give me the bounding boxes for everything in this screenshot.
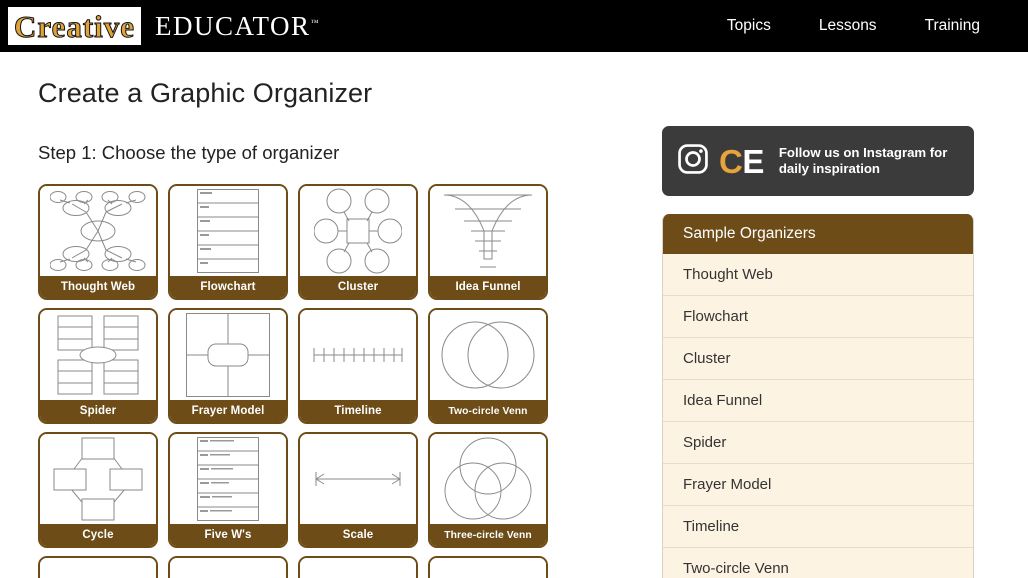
sample-organizer-item-idea-funnel[interactable]: Idea Funnel: [663, 380, 973, 422]
sample-organizer-item-frayer-model[interactable]: Frayer Model: [663, 464, 973, 506]
table-four-column-thumbnail: [40, 558, 156, 578]
organizer-card-label: Scale: [300, 524, 416, 546]
logo-mark-text: Creative: [13, 8, 136, 44]
sample-organizer-item-two-circle-venn[interactable]: Two-circle Venn: [663, 548, 973, 578]
organizer-card-label: Cycle: [40, 524, 156, 546]
instagram-icon: [676, 142, 710, 181]
organizer-card-two-circle-venn[interactable]: Two-circle Venn: [428, 308, 548, 424]
trademark-symbol: ™: [310, 17, 319, 27]
five-ws-thumbnail: [170, 434, 286, 524]
organizer-card-cycle[interactable]: Cycle: [38, 432, 158, 548]
organizer-card-label: Cluster: [300, 276, 416, 298]
table-two-column-thumbnail: [300, 558, 416, 578]
organizer-card-flowchart[interactable]: Flowchart: [168, 184, 288, 300]
flowchart-thumbnail: [170, 186, 286, 276]
organizer-card-five-w-s[interactable]: Five W's: [168, 432, 288, 548]
organizer-card-idea-funnel[interactable]: Idea Funnel: [428, 184, 548, 300]
ce-logo-e: E: [742, 142, 764, 180]
sample-organizers-list: Thought Web Flowchart Cluster Idea Funnel Sp…: [663, 254, 973, 578]
site-logo[interactable]: Creative EDUCATOR™: [0, 0, 318, 52]
organizer-card-three-circle-venn[interactable]: Three-circle Venn: [428, 432, 548, 548]
organizer-card-label: Flowchart: [170, 276, 286, 298]
sample-organizer-item-cluster[interactable]: Cluster: [663, 338, 973, 380]
sample-organizers-panel: Sample Organizers Thought Web Flowchart Cl…: [662, 214, 974, 578]
cycle-thumbnail: [40, 434, 156, 524]
logo-wordmark: EDUCATOR™: [155, 11, 318, 42]
organizer-card-table-two-column[interactable]: [298, 556, 418, 578]
two-circle-venn-thumbnail: [430, 310, 546, 400]
site-header: Creative EDUCATOR™ Topics Lessons Traini…: [0, 0, 1028, 52]
panel-title: Sample Organizers: [663, 214, 973, 254]
table-two-column-thumbnail: [430, 558, 546, 578]
organizer-card-label: Thought Web: [40, 276, 156, 298]
ce-logo-c: C: [719, 142, 743, 180]
organizer-card-cluster[interactable]: Cluster: [298, 184, 418, 300]
organizer-card-label: Frayer Model: [170, 400, 286, 422]
nav-item-lessons[interactable]: Lessons: [819, 17, 877, 35]
step-heading: Step 1: Choose the type of organizer: [38, 142, 340, 163]
organizer-card-label: Two-circle Venn: [430, 400, 546, 422]
organizer-card-thought-web[interactable]: Thought Web: [38, 184, 158, 300]
organizer-card-label: Timeline: [300, 400, 416, 422]
page-title: Create a Graphic Organizer: [38, 78, 373, 108]
table-four-column-thumbnail: [170, 558, 286, 578]
frayer-model-thumbnail: [170, 310, 286, 400]
timeline-thumbnail: [300, 310, 416, 400]
organizer-card-label: Idea Funnel: [430, 276, 546, 298]
organizer-card-scale[interactable]: Scale: [298, 432, 418, 548]
nav-item-training[interactable]: Training: [925, 17, 980, 35]
idea-funnel-thumbnail: [430, 186, 546, 276]
nav-item-topics[interactable]: Topics: [727, 17, 771, 35]
organizer-card-table-four-column[interactable]: [38, 556, 158, 578]
sample-organizer-item-flowchart[interactable]: Flowchart: [663, 296, 973, 338]
organizer-card-label: Three-circle Venn: [430, 524, 546, 546]
organizer-card-frayer-model[interactable]: Frayer Model: [168, 308, 288, 424]
ce-logo: CE: [719, 145, 764, 178]
logo-mark: Creative: [8, 7, 142, 45]
organizer-card-spider[interactable]: Spider: [38, 308, 158, 424]
organizer-card-label: Spider: [40, 400, 156, 422]
instagram-banner[interactable]: CE Follow us on Instagram for daily insp…: [662, 126, 974, 196]
organizer-card-table-four-column[interactable]: [168, 556, 288, 578]
page-body: Create a Graphic Organizer Step 1: Choos…: [0, 52, 1028, 578]
organizer-card-label: Five W's: [170, 524, 286, 546]
sample-organizer-item-thought-web[interactable]: Thought Web: [663, 254, 973, 296]
thought-web-thumbnail: [40, 186, 156, 276]
sample-organizer-item-timeline[interactable]: Timeline: [663, 506, 973, 548]
logo-wordmark-text: EDUCATOR: [155, 10, 311, 41]
main-navigation: Topics Lessons Training: [727, 17, 1028, 35]
organizer-card-timeline[interactable]: Timeline: [298, 308, 418, 424]
cluster-thumbnail: [300, 186, 416, 276]
main-content: Create a Graphic Organizer Step 1: Choos…: [0, 52, 640, 578]
instagram-banner-text: Follow us on Instagram for daily inspira…: [778, 144, 948, 177]
organizer-grid: Thought Web Flowchart Cluster Idea Funne…: [38, 184, 640, 578]
scale-thumbnail: [300, 434, 416, 524]
sample-organizer-item-spider[interactable]: Spider: [663, 422, 973, 464]
three-circle-venn-thumbnail: [430, 434, 546, 524]
spider-thumbnail: [40, 310, 156, 400]
organizer-card-table-two-column[interactable]: [428, 556, 548, 578]
sidebar: CE Follow us on Instagram for daily insp…: [662, 52, 974, 578]
